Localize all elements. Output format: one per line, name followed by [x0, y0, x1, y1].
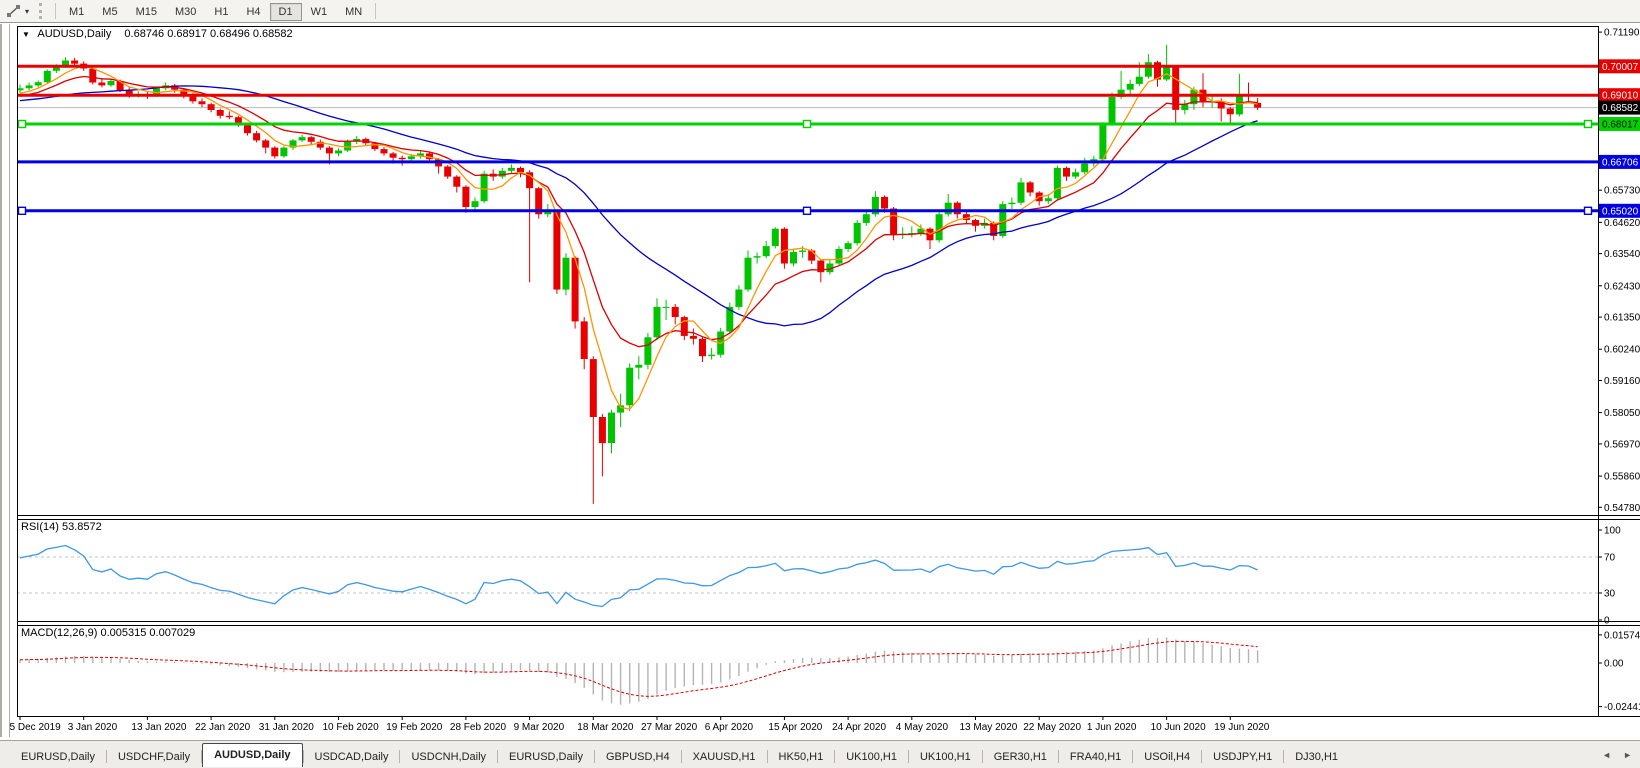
line-handle[interactable] — [804, 121, 811, 128]
price-tick-label: 0.55860 — [1604, 472, 1640, 483]
chart-canvas[interactable]: 0.711900.679200.657300.646200.635400.624… — [0, 0, 1640, 768]
price-badge-label: 0.69010 — [1602, 91, 1639, 102]
price-tick-label: 0.71190 — [1604, 28, 1640, 39]
price-badge-label: 0.68582 — [1602, 103, 1639, 114]
date-tick-label: 18 Mar 2020 — [577, 722, 634, 733]
chart-tabs-bar: EURUSD,DailyUSDCHF,DailyAUDUSD,DailyUSDC… — [0, 740, 1640, 768]
price-badge-label: 0.66706 — [1602, 157, 1639, 168]
date-tick-label: 6 Apr 2020 — [705, 722, 754, 733]
date-tick-label: 1 Jun 2020 — [1087, 722, 1137, 733]
tab-hk50-h1[interactable]: HK50,H1 — [768, 748, 835, 767]
price-tick-label: 0.63540 — [1604, 249, 1640, 260]
line-handle[interactable] — [804, 207, 811, 214]
price-tick-label: 0.54780 — [1604, 503, 1640, 514]
date-tick-label: 3 Jan 2020 — [68, 722, 118, 733]
rsi-indicator-label: RSI(14) 53.8572 — [21, 521, 102, 533]
date-tick-label: 28 Feb 2020 — [450, 722, 507, 733]
date-tick-label: 15 Apr 2020 — [768, 722, 822, 733]
date-tick-label: 31 Jan 2020 — [259, 722, 314, 733]
macd-tick-label: -0.024412 — [1604, 702, 1640, 713]
date-tick-label: 22 Jan 2020 — [195, 722, 250, 733]
price-badge-label: 0.70007 — [1602, 62, 1639, 73]
tab-audusd-daily[interactable]: AUDUSD,Daily — [202, 743, 302, 767]
tab-xauusd-h1[interactable]: XAUUSD,H1 — [682, 748, 767, 767]
tab-uk100-h1[interactable]: UK100,H1 — [835, 748, 908, 767]
tab-dj30-h1[interactable]: DJ30,H1 — [1284, 748, 1349, 767]
date-tick-label: 19 Feb 2020 — [386, 722, 443, 733]
macd-tick-label: 0.00 — [1604, 659, 1624, 670]
macd-indicator-label: MACD(12,26,9) 0.005315 0.007029 — [21, 627, 195, 639]
chart-symbol-period: AUDUSD,Daily — [37, 28, 111, 40]
price-tick-label: 0.62430 — [1604, 281, 1640, 292]
tab-eurusd-daily[interactable]: EURUSD,Daily — [10, 748, 106, 767]
price-badge-label: 0.68017 — [1602, 120, 1639, 131]
date-tick-label: 4 May 2020 — [896, 722, 949, 733]
tab-eurusd-daily[interactable]: EURUSD,Daily — [498, 748, 594, 767]
date-tick-label: 24 Apr 2020 — [832, 722, 886, 733]
price-tick-label: 0.56970 — [1604, 439, 1640, 450]
date-tick-label: 22 May 2020 — [1023, 722, 1081, 733]
rsi-tick-label: 100 — [1604, 526, 1621, 537]
date-tick-label: 13 May 2020 — [960, 722, 1018, 733]
chart-menu-icon[interactable]: ▼ — [22, 30, 30, 39]
price-tick-label: 0.59160 — [1604, 376, 1640, 387]
line-handle[interactable] — [19, 207, 26, 214]
rsi-tick-label: 70 — [1604, 553, 1616, 564]
date-tick-label: 9 Mar 2020 — [514, 722, 565, 733]
tab-usdcnh-daily[interactable]: USDCNH,Daily — [400, 748, 497, 767]
date-tick-label: 19 Jun 2020 — [1214, 722, 1269, 733]
scroll-left-icon[interactable]: ◄ — [1602, 750, 1611, 760]
price-tick-label: 0.64620 — [1604, 218, 1640, 229]
mt4-window: ▾ M1M5M15M30H1H4D1W1MN 0.711900.679200.6… — [0, 0, 1640, 768]
date-tick-label: 13 Jan 2020 — [131, 722, 186, 733]
line-handle[interactable] — [19, 121, 26, 128]
rsi-tick-label: 0 — [1604, 616, 1610, 627]
tab-usdjpy-h1[interactable]: USDJPY,H1 — [1202, 748, 1283, 767]
tab-uk100-h1[interactable]: UK100,H1 — [909, 748, 982, 767]
date-tick-label: 25 Dec 2019 — [4, 722, 61, 733]
chart-ohlc-values: 0.68746 0.68917 0.68496 0.68582 — [124, 28, 292, 40]
window-left-edge — [0, 24, 10, 737]
date-tick-label: 10 Jun 2020 — [1151, 722, 1206, 733]
tab-usdcad-daily[interactable]: USDCAD,Daily — [304, 748, 400, 767]
rsi-tick-label: 30 — [1604, 589, 1616, 600]
line-handle[interactable] — [1585, 121, 1592, 128]
tab-gbpusd-h4[interactable]: GBPUSD,H4 — [595, 748, 681, 767]
price-tick-label: 0.58050 — [1604, 408, 1640, 419]
tab-usdchf-daily[interactable]: USDCHF,Daily — [107, 748, 201, 767]
date-tick-label: 27 Mar 2020 — [641, 722, 698, 733]
line-handle[interactable] — [1585, 207, 1592, 214]
tab-scroll-arrows: ◄ ► — [1602, 750, 1632, 760]
tab-ger30-h1[interactable]: GER30,H1 — [983, 748, 1058, 767]
price-tick-label: 0.65730 — [1604, 186, 1640, 197]
tab-fra40-h1[interactable]: FRA40,H1 — [1059, 748, 1132, 767]
chart-title: ▼ AUDUSD,Daily 0.68746 0.68917 0.68496 0… — [22, 28, 293, 40]
macd-tick-label: 0.015741 — [1604, 630, 1640, 641]
date-tick-label: 10 Feb 2020 — [323, 722, 380, 733]
price-tick-label: 0.60240 — [1604, 345, 1640, 356]
price-badge-label: 0.65020 — [1602, 206, 1639, 217]
tab-usoil-h4[interactable]: USOil,H4 — [1133, 748, 1201, 767]
price-tick-label: 0.61350 — [1604, 313, 1640, 324]
scroll-right-icon[interactable]: ► — [1623, 750, 1632, 760]
